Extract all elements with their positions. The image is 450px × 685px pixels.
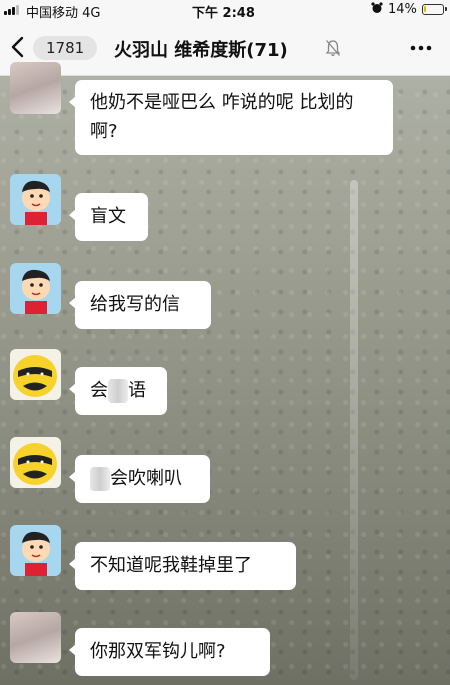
back-arrow-icon[interactable]	[10, 35, 26, 59]
avatar[interactable]	[10, 525, 61, 576]
chat-header: 1781 火羽山 维希度斯(71)	[0, 20, 450, 76]
chat-title: 火羽山 维希度斯(71)	[114, 40, 288, 61]
more-options-icon[interactable]	[410, 45, 432, 51]
message-bubble[interactable]: 他奶不是哑巴么 咋说的呢 比划的啊?	[69, 80, 393, 155]
avatar[interactable]	[10, 263, 61, 314]
message-text: 你那双军钩儿啊?	[90, 641, 226, 662]
yellow-face-avatar-icon	[10, 349, 61, 400]
signal-strength-icon	[4, 4, 20, 15]
avatar[interactable]	[10, 612, 61, 663]
avatar[interactable]	[10, 437, 61, 488]
message-bubble[interactable]: 给我写的信	[69, 281, 211, 329]
message-bubble[interactable]: 盲文	[69, 193, 148, 241]
message-text: 语	[128, 380, 146, 401]
cartoon-boy-avatar-icon	[10, 174, 61, 225]
battery-percentage: 14%	[388, 2, 417, 17]
unread-count-badge[interactable]: 1781	[33, 36, 98, 60]
carrier-label: 中国移动 4G	[26, 6, 101, 21]
avatar[interactable]	[10, 174, 61, 225]
avatar[interactable]	[10, 62, 61, 114]
message-bubble[interactable]: 会语	[69, 367, 167, 415]
alarm-icon	[371, 2, 383, 13]
message-text: 盲文	[90, 206, 126, 227]
blurred-text-redaction	[90, 467, 110, 491]
message-text: 给我写的信	[90, 294, 180, 315]
battery-fill	[424, 6, 426, 12]
avatar[interactable]	[10, 349, 61, 400]
message-bubble[interactable]: 不知道呢我鞋掉里了	[69, 542, 296, 590]
yellow-face-avatar-icon	[10, 437, 61, 488]
battery-icon	[422, 4, 447, 15]
clock: 下午 2:48	[192, 6, 255, 21]
mute-bell-icon	[325, 40, 341, 56]
message-text: 会吹喇叭	[110, 468, 182, 489]
background-water-streak	[350, 180, 358, 680]
message-bubble[interactable]: 会吹喇叭	[69, 455, 210, 503]
message-text: 他奶不是哑巴么 咋说的呢 比划的啊?	[90, 92, 354, 142]
cartoon-boy-avatar-icon	[10, 263, 61, 314]
status-bar: 中国移动 4G 下午 2:48 14%	[0, 0, 450, 21]
message-bubble[interactable]: 你那双军钩儿啊?	[69, 628, 270, 676]
blurred-text-redaction	[108, 379, 128, 403]
message-text: 会	[90, 380, 108, 401]
cartoon-boy-avatar-icon	[10, 525, 61, 576]
message-text: 不知道呢我鞋掉里了	[90, 555, 252, 576]
